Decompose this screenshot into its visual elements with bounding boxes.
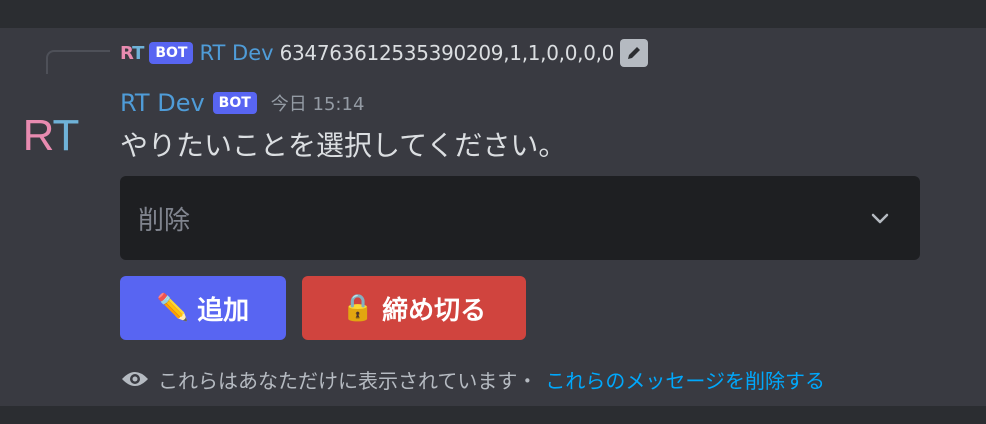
author-name[interactable]: RT Dev (120, 89, 205, 117)
add-button-label: 追加 (197, 295, 250, 326)
select-menu[interactable]: 削除 (120, 176, 920, 260)
message-content: やりたいことを選択してください。 (120, 129, 567, 162)
message: RT BOT RT Dev 634763612535390209,1,1,0,0… (0, 28, 986, 406)
select-value: 削除 (138, 206, 191, 236)
pencil-icon (620, 39, 649, 67)
close-button-label: 締め切る (382, 295, 487, 326)
reply-preview[interactable]: RT BOT RT Dev 634763612535390209,1,1,0,0… (120, 38, 649, 68)
delete-messages-link[interactable]: これらのメッセージを削除する (545, 365, 825, 394)
avatar[interactable]: RT (14, 100, 86, 172)
eye-icon (122, 372, 148, 386)
reply-spine (46, 50, 110, 74)
reply-avatar[interactable]: RT (120, 42, 144, 64)
pencil-emoji-icon: ✏️ (156, 293, 190, 323)
bottom-strip (0, 406, 986, 424)
timestamp[interactable]: 今日 15:14 (271, 90, 365, 116)
reply-bot-badge: BOT (149, 42, 194, 64)
bot-badge: BOT (212, 92, 257, 114)
lock-emoji-icon: 🔒 (341, 293, 375, 323)
ephemeral-notice: これらはあなただけに表示されています・ これらのメッセージを削除する (120, 364, 825, 394)
reply-author[interactable]: RT Dev (199, 41, 273, 65)
close-button[interactable]: 🔒 締め切る (302, 276, 526, 340)
reply-avatar-r: R (120, 42, 133, 64)
reply-avatar-t: T (132, 42, 144, 64)
message-header: RT Dev BOT 今日 15:14 (120, 86, 364, 120)
reply-text[interactable]: 634763612535390209,1,1,0,0,0,0 (280, 41, 615, 65)
add-button[interactable]: ✏️ 追加 (120, 276, 286, 340)
chevron-down-icon (871, 213, 889, 224)
avatar-r: R (22, 111, 55, 160)
ephemeral-notice-text: これらはあなただけに表示されています・ (158, 368, 538, 393)
avatar-t: T (52, 111, 79, 160)
